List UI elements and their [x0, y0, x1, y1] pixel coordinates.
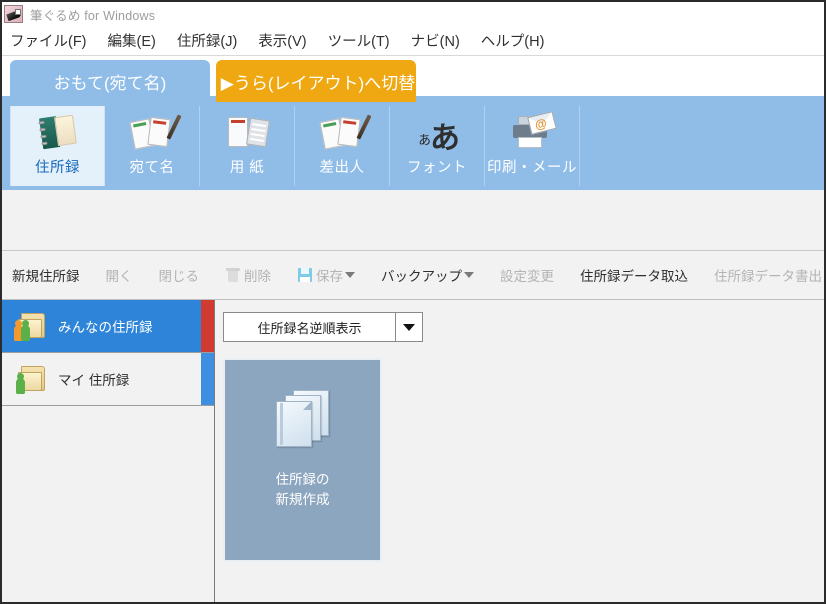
- menu-item-view[interactable]: 表示(V): [258, 30, 317, 51]
- side-tab-strip: おもて(宛て名) ▶うら(レイアウト)へ切替: [2, 56, 824, 102]
- toolbar-label-paper: 用 紙: [229, 160, 265, 176]
- toolbar-button-font[interactable]: ぁ あ フォント: [390, 106, 485, 186]
- address-book-sidebar: みんなの住所録 マイ 住所録: [2, 300, 215, 602]
- font-icon: ぁ あ: [411, 113, 463, 155]
- command-delete[interactable]: 削除: [225, 265, 271, 285]
- command-close[interactable]: 閉じる: [159, 265, 200, 285]
- my-folder-icon: [14, 364, 48, 394]
- command-bar: 新規住所録 開く 閉じる 削除 保存 バックアップ 設定変更 住所録データ取込 …: [2, 251, 824, 300]
- sender-cards-icon: [316, 113, 372, 153]
- new-address-book-tile[interactable]: 住所録の 新規作成: [223, 358, 382, 562]
- toolbar-label-font: フォント: [407, 160, 467, 176]
- save-dropdown-chevron-down-icon[interactable]: [345, 272, 355, 278]
- command-label-export-address-data: 住所録データ書出: [714, 269, 822, 284]
- paper-label-icon: [221, 113, 273, 153]
- brush-icon: [4, 5, 23, 23]
- command-label-delete: 削除: [244, 269, 271, 284]
- sidebar-item-everyones-address-book[interactable]: みんなの住所録: [2, 300, 214, 353]
- sort-order-select[interactable]: 住所録名逆順表示: [223, 312, 423, 342]
- menu-item-address[interactable]: 住所録(J): [177, 30, 248, 51]
- icon-toolbar: 住所録 宛て名 用 紙 差出人 ぁ あ フォント @ 印刷・メール: [2, 102, 824, 190]
- menu-item-tools[interactable]: ツール(T): [328, 30, 401, 51]
- toolbar-button-sender[interactable]: 差出人: [295, 106, 390, 186]
- toolbar-subpanel: [2, 190, 824, 251]
- address-book-list: みんなの住所録 マイ 住所録: [2, 300, 214, 406]
- trash-icon: [225, 267, 241, 283]
- tab-front-addressee[interactable]: おもて(宛て名): [10, 60, 210, 102]
- command-label-backup: バックアップ: [381, 269, 462, 284]
- menu-item-edit[interactable]: 編集(E): [108, 30, 167, 51]
- address-book-icon: [32, 113, 84, 153]
- toolbar-label-addressee: 宛て名: [129, 160, 175, 176]
- command-open[interactable]: 開く: [106, 265, 133, 285]
- menu-item-help[interactable]: ヘルプ(H): [481, 30, 556, 51]
- postcards-pen-icon: [126, 113, 182, 153]
- menu-item-file[interactable]: ファイル(F): [10, 30, 98, 51]
- chevron-down-icon[interactable]: [395, 313, 422, 341]
- command-label-import-address-data: 住所録データ取込: [580, 269, 688, 284]
- sidebar-label-my-address-book: マイ 住所録: [58, 373, 130, 388]
- sidebar-edge-marker-red: [201, 300, 214, 352]
- command-label-save: 保存: [316, 269, 343, 284]
- sidebar-edge-marker-blue: [201, 353, 214, 405]
- command-label-open: 開く: [105, 269, 133, 284]
- address-book-content: 住所録名逆順表示 住所録の 新規作成: [215, 300, 824, 602]
- toolbar-empty-area: [580, 106, 824, 186]
- app-window: 筆ぐるめ for Windows ファイル(F) 編集(E) 住所録(J) 表示…: [0, 0, 826, 604]
- command-export-address-data[interactable]: 住所録データ書出: [714, 265, 822, 285]
- toolbar-button-addressee[interactable]: 宛て名: [105, 106, 200, 186]
- sort-order-value: 住所録名逆順表示: [257, 320, 362, 336]
- command-label-close: 閉じる: [158, 269, 200, 284]
- toolbar-button-paper[interactable]: 用 紙: [200, 106, 295, 186]
- menu-bar: ファイル(F) 編集(E) 住所録(J) 表示(V) ツール(T) ナビ(N) …: [2, 26, 824, 56]
- command-save[interactable]: 保存: [297, 265, 355, 285]
- command-new-address-book[interactable]: 新規住所録: [12, 265, 80, 285]
- save-icon: [297, 267, 313, 283]
- window-title: 筆ぐるめ for Windows: [30, 8, 156, 23]
- font-icon-big-glyph: あ: [430, 122, 460, 155]
- stacked-documents-icon: [275, 390, 331, 448]
- title-bar: 筆ぐるめ for Windows: [2, 2, 824, 26]
- toolbar-label-sender: 差出人: [319, 160, 365, 176]
- new-address-book-tile-label: 住所録の 新規作成: [275, 472, 330, 507]
- command-backup[interactable]: バックアップ: [381, 265, 474, 285]
- main-body: みんなの住所録 マイ 住所録 住所録名逆順表示 住所録の 新規作成: [2, 300, 824, 602]
- toolbar-button-address-book[interactable]: 住所録: [10, 106, 105, 186]
- sidebar-item-my-address-book[interactable]: マイ 住所録: [2, 353, 214, 406]
- command-label-settings-change: 設定変更: [500, 269, 554, 284]
- toolbar-label-address-book: 住所録: [35, 160, 80, 176]
- sidebar-label-everyones-address-book: みんなの住所録: [58, 320, 153, 335]
- menu-item-navi[interactable]: ナビ(N): [411, 30, 471, 51]
- printer-mail-icon: @: [506, 111, 558, 153]
- backup-dropdown-chevron-down-icon[interactable]: [464, 272, 474, 278]
- command-label-new-address-book: 新規住所録: [12, 269, 80, 284]
- command-import-address-data[interactable]: 住所録データ取込: [580, 265, 688, 285]
- toolbar-button-print-mail[interactable]: @ 印刷・メール: [485, 106, 580, 186]
- shared-folder-icon: [14, 311, 48, 341]
- command-settings-change[interactable]: 設定変更: [500, 265, 554, 285]
- tab-back-layout[interactable]: ▶うら(レイアウト)へ切替: [216, 60, 416, 102]
- toolbar-label-print-mail: 印刷・メール: [487, 160, 577, 176]
